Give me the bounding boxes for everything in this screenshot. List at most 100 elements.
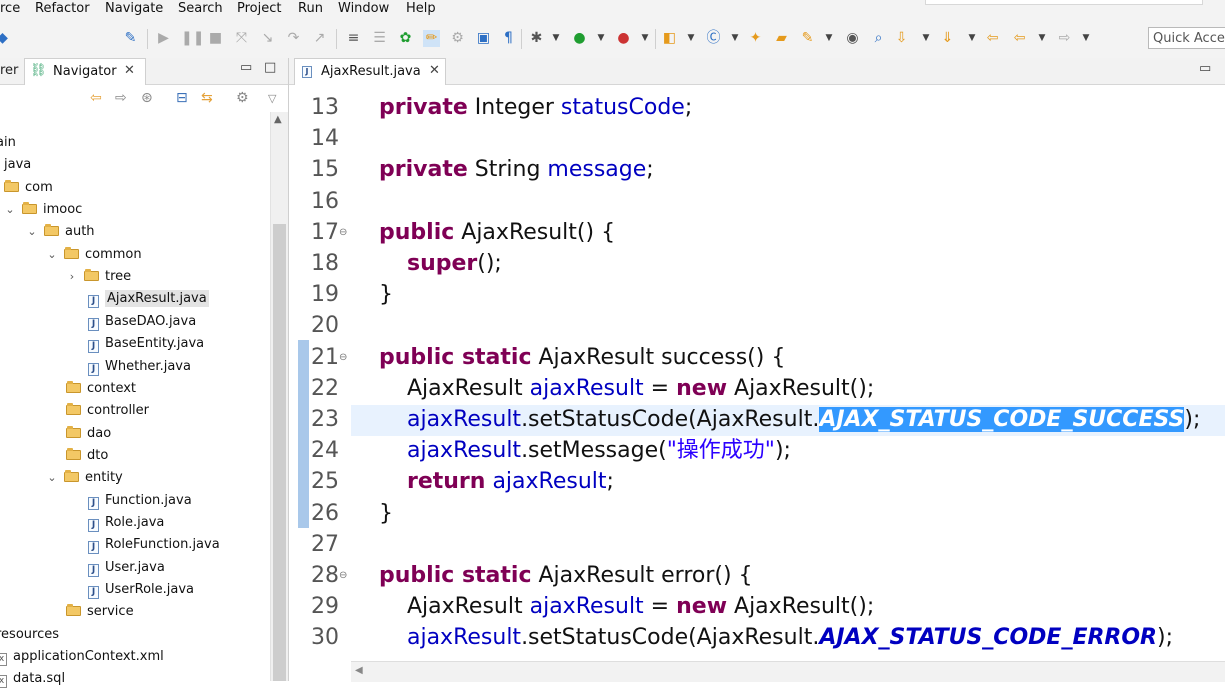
close-icon[interactable]: ✕ <box>429 63 440 78</box>
tree-item[interactable]: ⌄ auth <box>26 221 95 243</box>
list-icon[interactable]: ≡ <box>345 30 362 47</box>
forward-icon[interactable]: ⇨ <box>1056 30 1073 47</box>
toolbar-icon-partial[interactable]: ◆ <box>0 30 11 47</box>
code-line[interactable]: 27 <box>289 529 1225 560</box>
maximize-icon[interactable]: □ <box>264 60 276 75</box>
quick-access-input[interactable]: Quick Access <box>1148 27 1225 49</box>
tree-item[interactable]: J UserRole.java <box>88 579 194 601</box>
menu-run[interactable]: Run <box>298 1 323 16</box>
navigator-scrollbar[interactable]: ▲ <box>270 112 288 681</box>
code-line[interactable]: 17 ⊖ public AjaxResult() { <box>289 217 1225 248</box>
pencil-dropdown-icon[interactable]: ▼ <box>825 30 833 47</box>
last-edit-icon[interactable]: ⇦ <box>984 30 1001 47</box>
run-dropdown-icon[interactable]: ▼ <box>597 30 605 47</box>
tree-item[interactable]: service <box>66 601 134 623</box>
scrollbar-thumb[interactable] <box>273 224 286 681</box>
code-line[interactable]: 15 private String message; <box>289 154 1225 185</box>
tree-item[interactable]: ⌄ common <box>46 244 142 266</box>
tree-item[interactable]: context <box>66 378 136 400</box>
forward-icon[interactable]: ⇨ <box>115 90 127 106</box>
code-line[interactable]: 16 <box>289 186 1225 217</box>
open-folder-icon[interactable]: ✦ <box>747 30 764 47</box>
tree-item[interactable]: J Whether.java <box>88 356 191 378</box>
tab-package-explorer[interactable]: rer <box>0 63 18 78</box>
menu-source[interactable]: rce <box>0 1 20 16</box>
code-line[interactable]: 24 ajaxResult.setMessage("操作成功"); <box>289 435 1225 466</box>
code-line[interactable]: 26} <box>289 498 1225 529</box>
code-line[interactable]: 13 private Integer statusCode; <box>289 92 1225 123</box>
tree-item[interactable]: x applicationContext.xml <box>0 646 164 668</box>
chevron-down-icon[interactable]: ⌄ <box>4 199 16 221</box>
chevron-down-icon[interactable]: ⌄ <box>46 467 58 489</box>
folder-icon[interactable]: ▰ <box>773 30 790 47</box>
debug-dropdown-icon[interactable]: ▼ <box>552 30 560 47</box>
tab-navigator[interactable]: ⛓ Navigator ✕ <box>24 58 146 85</box>
search-web-icon[interactable]: ⌕ <box>870 30 887 47</box>
tree-item[interactable]: ⌄ entity <box>46 467 123 489</box>
annotation-icon[interactable]: ⇩ <box>893 30 910 47</box>
pilcrow-icon[interactable]: ¶ <box>500 30 517 47</box>
link-editor-icon[interactable]: ⇆ <box>201 90 213 106</box>
tree-item[interactable]: ⌄ imooc <box>4 199 82 221</box>
tree-item[interactable]: J AjaxResult.java <box>88 288 209 310</box>
tree-item[interactable]: J BaseEntity.java <box>88 333 204 355</box>
tree-item[interactable]: x data.sql <box>0 668 65 690</box>
menu-window[interactable]: Window <box>338 1 389 16</box>
server-dropdown-icon[interactable]: ▼ <box>687 30 695 47</box>
restore-icon[interactable]: ▭ <box>1199 61 1211 76</box>
menu-project[interactable]: Project <box>237 1 281 16</box>
code-line[interactable]: 18 super(); <box>289 248 1225 279</box>
next-annotation-dropdown-icon[interactable]: ▼ <box>968 30 976 47</box>
tree-item[interactable]: controller <box>66 400 149 422</box>
code-line[interactable]: 23 ajaxResult.setStatusCode(AjaxResult.A… <box>289 404 1225 435</box>
code-line[interactable]: 19} <box>289 279 1225 310</box>
fold-collapse-icon[interactable]: ⊖ <box>339 570 347 581</box>
format-icon[interactable]: ☰ <box>371 30 388 47</box>
back-icon[interactable]: ⇦ <box>1011 30 1028 47</box>
fold-collapse-icon[interactable]: ⊖ <box>339 352 347 363</box>
step-over-icon[interactable]: ↷ <box>285 30 302 47</box>
new-class-icon[interactable]: Ⓒ <box>705 30 722 47</box>
code-line[interactable]: 22 AjaxResult ajaxResult = new AjaxResul… <box>289 373 1225 404</box>
code-line[interactable]: 14 <box>289 123 1225 154</box>
fold-collapse-icon[interactable]: ⊖ <box>339 227 347 238</box>
tree-item[interactable]: J Role.java <box>88 512 164 534</box>
next-annotation-icon[interactable]: ⇓ <box>939 30 956 47</box>
filter-icon[interactable]: ⚙ <box>236 90 249 106</box>
tree-item[interactable]: dao <box>66 423 111 445</box>
step-into-icon[interactable]: ↘ <box>259 30 276 47</box>
pin-icon[interactable]: ✎ <box>122 30 139 47</box>
highlight-icon[interactable]: ✏ <box>423 30 440 47</box>
box-icon[interactable]: ▣ <box>475 30 492 47</box>
tree-item[interactable]: J RoleFunction.java <box>88 534 220 556</box>
menu-navigate[interactable]: Navigate <box>105 1 163 16</box>
forward-dropdown-icon[interactable]: ▼ <box>1082 30 1090 47</box>
step-return-icon[interactable]: ↗ <box>311 30 328 47</box>
menu-refactor[interactable]: Refactor <box>35 1 90 16</box>
close-icon[interactable]: ✕ <box>124 63 135 78</box>
mark-icon[interactable]: ⚙ <box>449 30 466 47</box>
globe-icon[interactable]: ◉ <box>844 30 861 47</box>
tree-item[interactable]: dto <box>66 445 108 467</box>
collapse-all-icon[interactable]: ⊟ <box>176 90 188 106</box>
menu-help[interactable]: Help <box>406 1 436 16</box>
code-line[interactable]: 28 ⊖ public static AjaxResult error() { <box>289 560 1225 591</box>
annotation-dropdown-icon[interactable]: ▼ <box>922 30 930 47</box>
class-dropdown-icon[interactable]: ▼ <box>731 30 739 47</box>
up-icon[interactable]: ⊛ <box>141 90 153 106</box>
minimize-icon[interactable]: ▭ <box>240 60 252 75</box>
code-line[interactable]: 29 AjaxResult ajaxResult = new AjaxResul… <box>289 591 1225 622</box>
code-line[interactable]: 30 ajaxResult.setStatusCode(AjaxResult.A… <box>289 622 1225 653</box>
menu-search[interactable]: Search <box>178 1 223 16</box>
editor-hscrollbar[interactable]: ◀ <box>351 661 1225 682</box>
tree-item[interactable]: J BaseDAO.java <box>88 311 196 333</box>
resume-icon[interactable]: ▶ <box>155 30 172 47</box>
tree-item[interactable]: java <box>4 154 31 176</box>
disconnect-icon[interactable]: ⤧ <box>233 30 250 47</box>
tree-item[interactable]: ain <box>0 132 16 154</box>
suspend-icon[interactable]: ❚❚ <box>181 30 204 47</box>
tree-item[interactable]: resources <box>0 624 59 646</box>
tree-item[interactable]: com <box>4 177 53 199</box>
open-type-icon[interactable]: ✿ <box>397 30 414 47</box>
run-icon[interactable]: ● <box>571 30 588 47</box>
